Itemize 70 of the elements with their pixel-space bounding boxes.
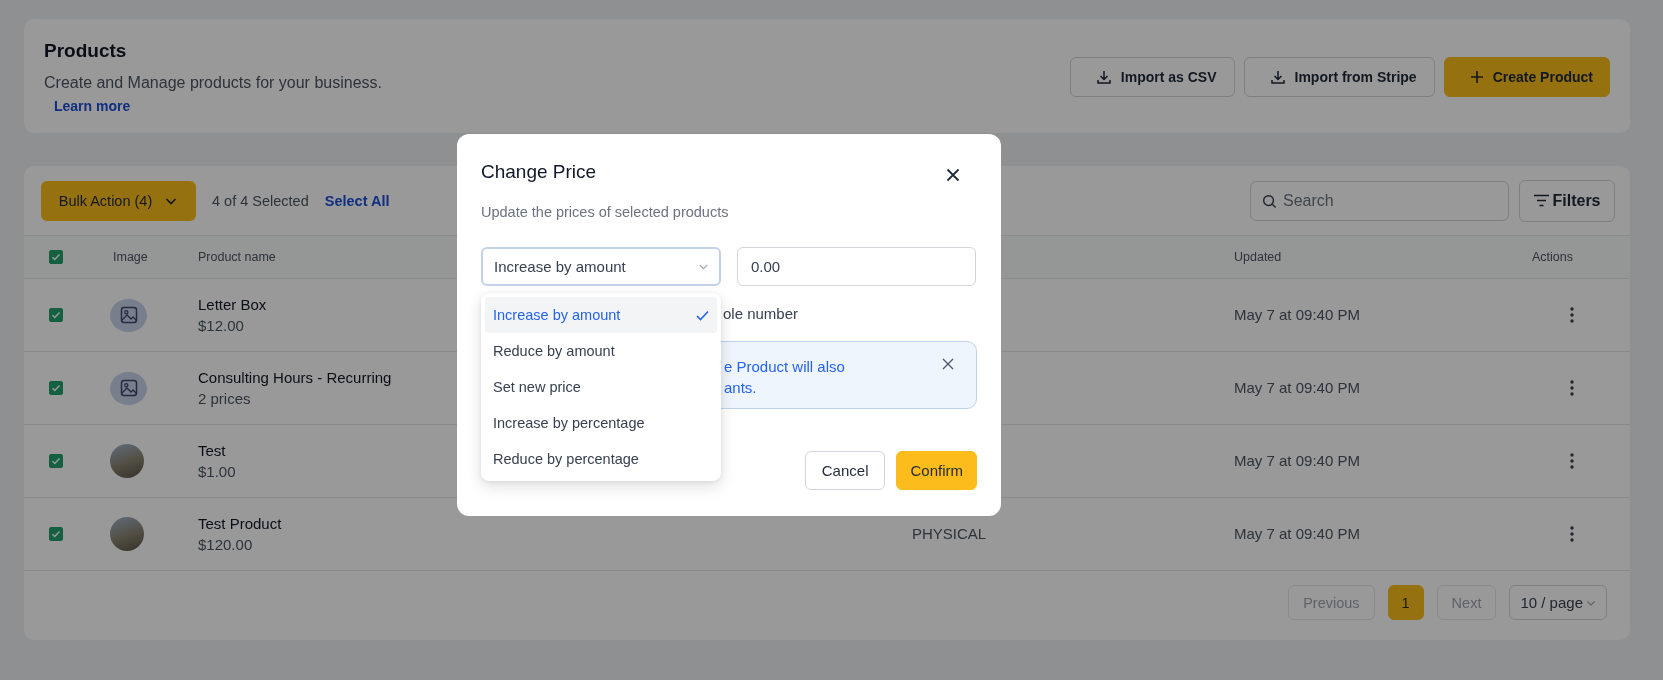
column-header: Image [113,250,148,264]
more-options-icon[interactable] [1570,526,1574,542]
selection-count: 4 of 4 Selected [212,192,309,209]
more-options-icon[interactable] [1570,307,1574,323]
photo-placeholder [110,444,144,478]
updated-date: May 7 at 09:40 PM [1234,379,1360,396]
updated-date: May 7 at 09:40 PM [1234,306,1360,323]
close-icon[interactable] [946,168,960,182]
dropdown-option[interactable]: Increase by percentage [485,405,717,441]
dropdown-option[interactable]: Set new price [485,369,717,405]
row-checkbox[interactable] [49,308,63,322]
adjustment-type-select[interactable]: Increase by amount [481,247,721,286]
import-button[interactable]: Import as CSV [1069,57,1235,97]
check-icon [51,252,61,262]
product-name: Test [198,442,226,459]
updated-date: May 7 at 09:40 PM [1234,452,1360,469]
select-all-checkbox[interactable] [49,250,63,264]
row-checkbox[interactable] [49,527,63,541]
checkbox-label: ole number [723,305,799,322]
page-number[interactable]: 1 [1387,585,1424,620]
page-title: Products [44,39,128,63]
row-checkbox[interactable] [49,454,63,468]
bulk-action-button[interactable]: Bulk Action (4) [41,180,196,221]
close-icon[interactable] [942,358,954,370]
product-name: Test Product [198,515,282,532]
dropdown-option[interactable]: Reduce by amount [485,333,717,369]
row-checkbox[interactable] [49,381,63,395]
check-icon [51,310,61,320]
product-price: 2 prices [198,390,251,407]
dialog-title: Change Price [481,161,597,183]
more-options-icon[interactable] [1570,380,1574,396]
dialog-subtitle: Update the prices of selected products [481,204,730,220]
import-button[interactable]: Import from Stripe [1243,57,1435,97]
column-header: Actions [1532,250,1573,264]
filters-button[interactable]: Filters [1519,179,1615,222]
search-icon [1262,193,1277,209]
download-icon [1269,69,1286,85]
alert-text: ants. [724,378,758,398]
more-options-icon[interactable] [1570,453,1574,469]
check-icon [51,383,61,393]
create-product-button[interactable]: Create Product [1443,57,1610,97]
product-price: $120.00 [198,536,253,553]
product-name: Consulting Hours - Recurring [198,369,392,386]
image-icon [119,306,138,324]
check-icon [696,309,709,321]
cancel-button[interactable]: Cancel [804,451,886,490]
download-icon [1095,69,1112,85]
dropdown-option[interactable]: Increase by amount [485,297,717,333]
confirm-button[interactable]: Confirm [896,451,977,490]
column-header: Product name [198,250,276,264]
updated-date: May 7 at 09:40 PM [1234,525,1360,542]
learn-more-link[interactable]: Learn more [54,98,131,114]
select-all-link[interactable]: Select All [324,192,390,209]
page-size-select[interactable]: 10 / page [1509,585,1607,620]
search-field[interactable]: Search [1250,180,1509,221]
dropdown-option[interactable]: Reduce by percentage [485,441,717,477]
product-price: $1.00 [198,463,236,480]
image-icon [119,379,138,397]
photo-placeholder [110,517,144,551]
product-price: $12.00 [198,317,244,334]
page-subtitle: Create and Manage products for your business. [44,73,382,93]
alert-text: e Product will also [724,357,845,377]
check-icon [51,456,61,466]
plus-icon [1469,70,1484,84]
filter-icon [1533,194,1551,207]
table-cell: PHYSICAL [912,525,987,542]
check-icon [51,529,61,539]
product-name: Letter Box [198,296,267,313]
amount-field[interactable]: 0.00 [737,247,976,286]
column-header: Updated [1234,250,1282,264]
